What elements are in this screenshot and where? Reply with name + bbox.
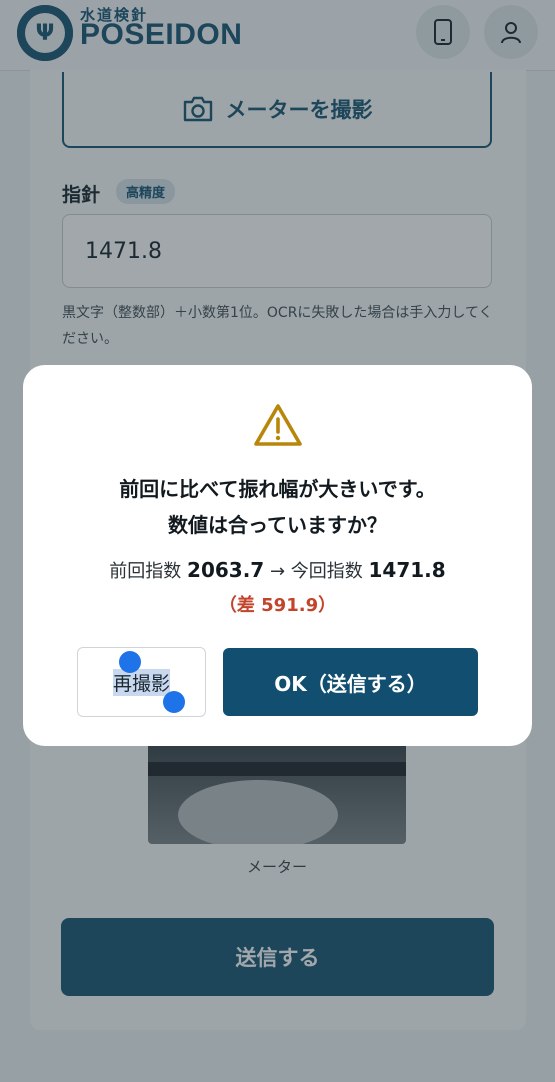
ok-submit-button[interactable]: OK（送信する） xyxy=(223,648,478,716)
previous-value: 2063.7 xyxy=(187,558,265,582)
dialog-title-line1: 前回に比べて振れ幅が大きいです。 xyxy=(119,477,436,501)
selection-end-handle[interactable] xyxy=(163,691,185,713)
warning-icon xyxy=(254,404,302,446)
current-value: 1471.8 xyxy=(368,558,446,582)
current-label: 今回指数 xyxy=(290,561,363,582)
confirm-dialog: 前回に比べて振れ幅が大きいです。 数値は合っていますか？ 前回指数 2063.7… xyxy=(23,365,532,746)
selection-start-handle[interactable] xyxy=(119,651,141,673)
previous-label: 前回指数 xyxy=(109,561,182,582)
arrow-icon: → xyxy=(269,561,286,582)
reading-comparison: 前回指数 2063.7 → 今回指数 1471.8 xyxy=(23,557,532,583)
retake-label: 再撮影 xyxy=(112,668,170,696)
retake-button[interactable]: 再撮影 xyxy=(77,647,206,717)
difference-text: （差 591.9） xyxy=(218,595,337,616)
dialog-title-line2: 数値は合っていますか？ xyxy=(168,513,387,537)
